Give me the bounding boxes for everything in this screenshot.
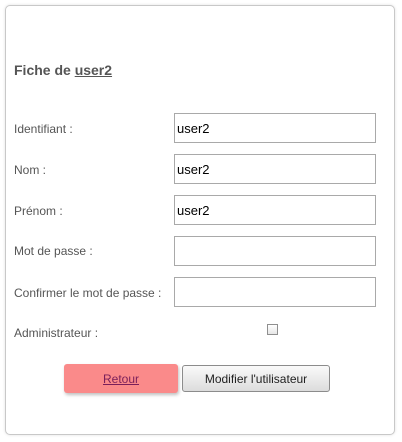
password-field[interactable] <box>174 236 376 266</box>
nom-label: Nom : <box>14 163 47 177</box>
nom-field[interactable] <box>174 154 376 184</box>
password-label: Mot de passe : <box>14 244 93 258</box>
title-prefix: Fiche de <box>14 62 71 78</box>
confirm-password-field[interactable] <box>174 277 376 307</box>
confirm-password-label: Confirmer le mot de passe : <box>14 286 162 300</box>
title-user-link[interactable]: user2 <box>75 62 112 78</box>
prenom-field[interactable] <box>174 195 376 225</box>
page-title: Fiche de user2 <box>14 62 112 78</box>
back-button-label: Retour <box>102 371 140 386</box>
administrateur-label: Administrateur : <box>14 326 99 340</box>
identifiant-field[interactable] <box>174 113 376 143</box>
administrateur-checkbox[interactable] <box>267 324 278 335</box>
modify-user-button[interactable]: Modifier l'utilisateur <box>182 365 330 392</box>
modify-user-button-label: Modifier l'utilisateur <box>204 371 308 386</box>
identifiant-label: Identifiant : <box>14 122 73 136</box>
prenom-label: Prénom : <box>14 204 63 218</box>
back-button[interactable]: Retour <box>64 364 178 393</box>
